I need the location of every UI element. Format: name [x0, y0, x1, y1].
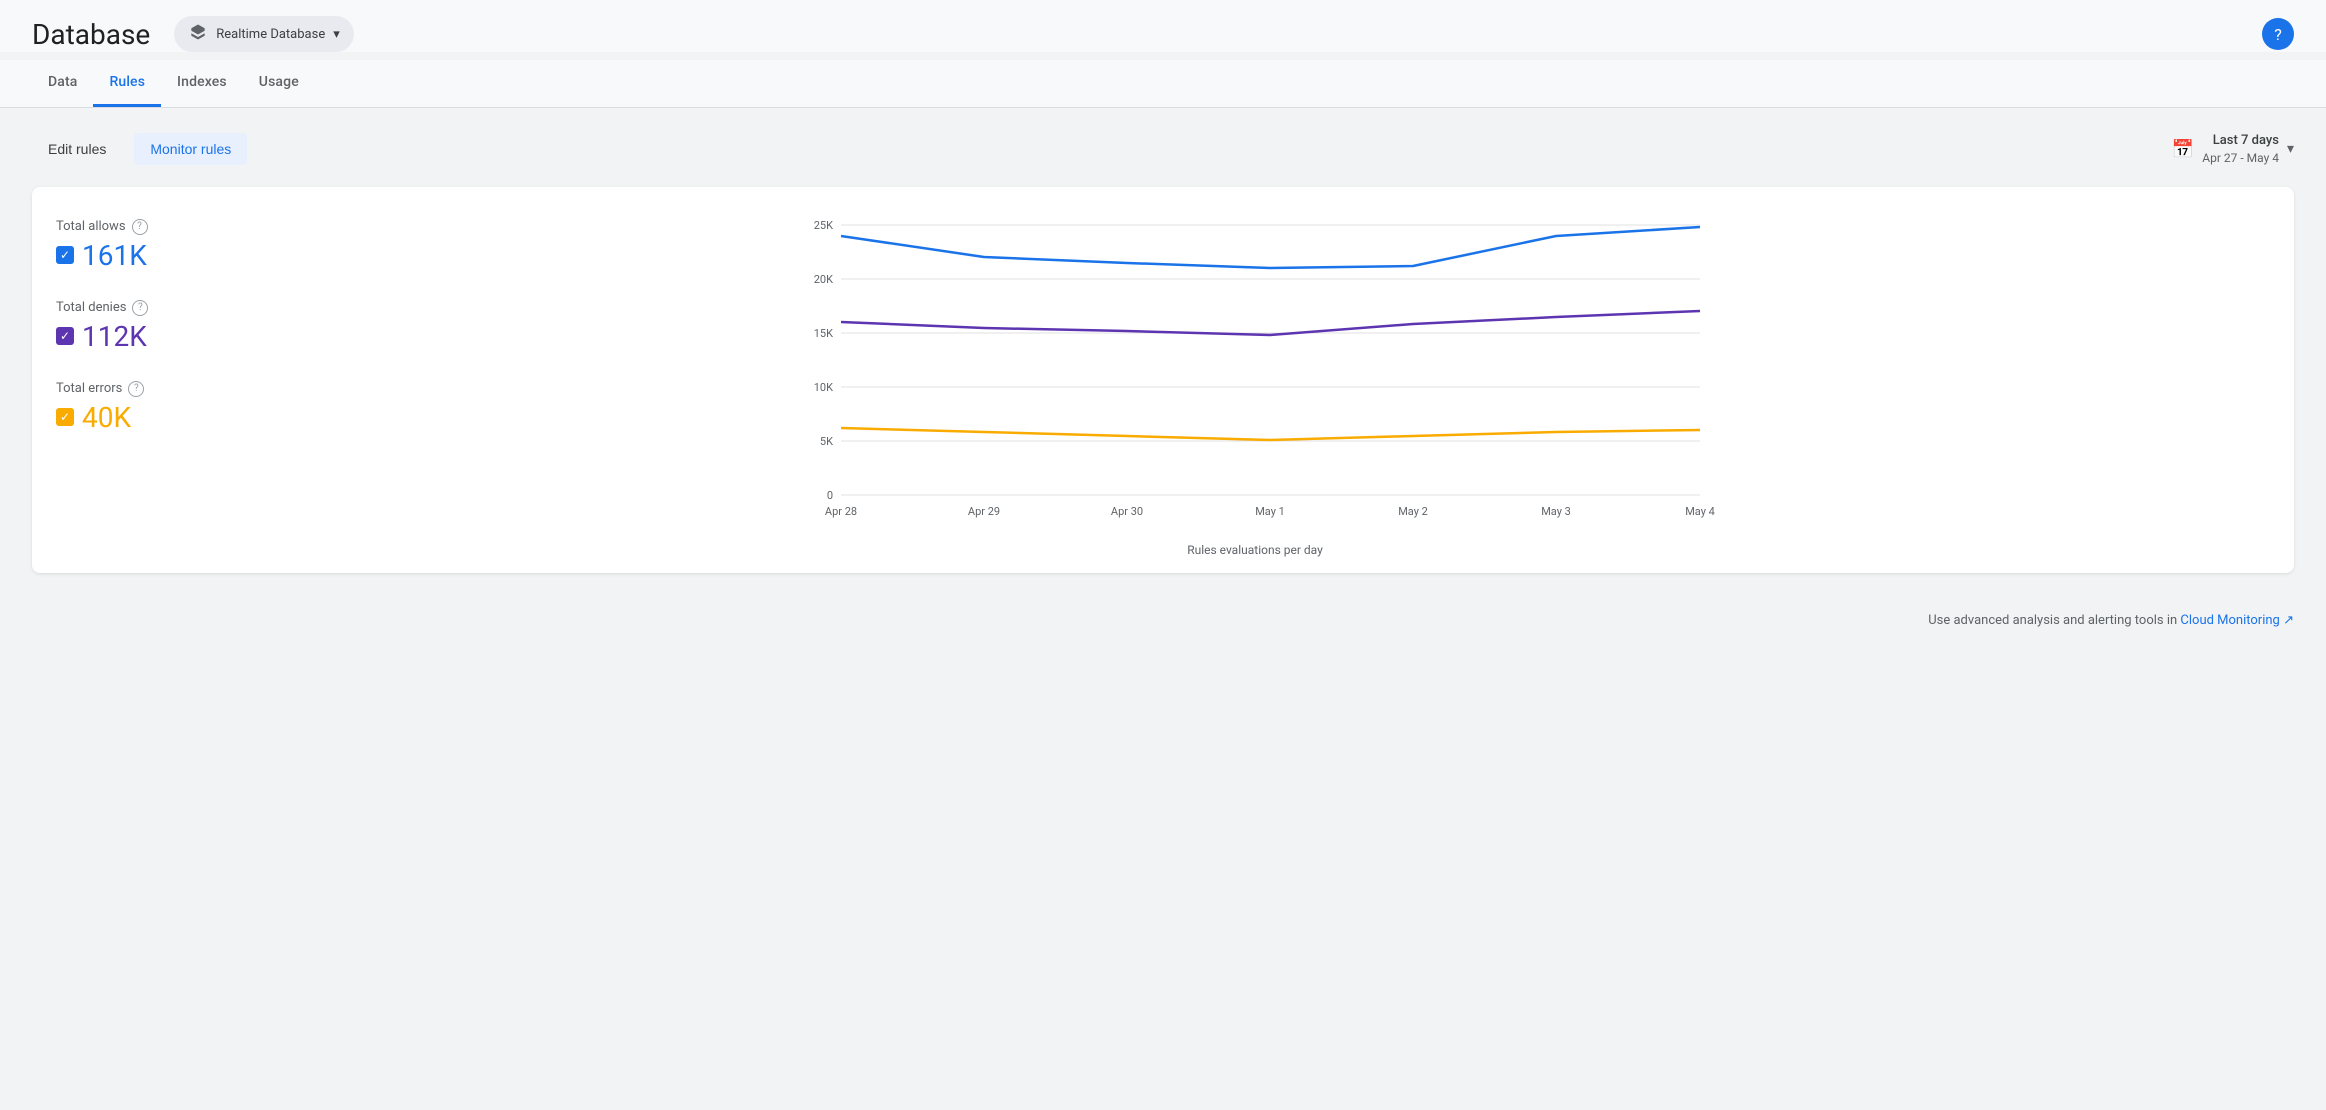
date-range-main: Last 7 days: [2202, 132, 2279, 150]
edit-rules-button[interactable]: Edit rules: [32, 133, 122, 165]
tab-usage[interactable]: Usage: [243, 60, 315, 107]
main-content: Edit rules Monitor rules 📅 Last 7 days A…: [0, 108, 2326, 597]
legend-label-denies: Total denies ?: [56, 300, 216, 316]
db-selector-label: Realtime Database: [216, 27, 325, 42]
chart-x-label: Rules evaluations per day: [240, 543, 2270, 557]
footer-text: Use advanced analysis and alerting tools…: [1928, 613, 2177, 628]
errors-help-icon[interactable]: ?: [128, 381, 144, 397]
legend-label-errors: Total errors ?: [56, 381, 216, 397]
header: Database Realtime Database ▾ ? Data Rule…: [0, 0, 2326, 108]
svg-text:Apr 28: Apr 28: [825, 505, 857, 518]
legend-errors-text: Total errors: [56, 381, 122, 396]
svg-text:25K: 25K: [814, 219, 833, 232]
legend-value-denies: ✓ 112K: [56, 320, 216, 353]
db-selector-button[interactable]: Realtime Database ▾: [174, 16, 354, 52]
svg-text:10K: 10K: [814, 381, 833, 394]
db-selector-chevron-icon: ▾: [333, 27, 340, 42]
svg-text:Apr 30: Apr 30: [1111, 505, 1143, 518]
svg-text:May 1: May 1: [1255, 505, 1285, 518]
errors-checkbox[interactable]: ✓: [56, 408, 74, 426]
legend-allows-text: Total allows: [56, 219, 126, 234]
legend-label-allows: Total allows ?: [56, 219, 216, 235]
legend-value-errors: ✓ 40K: [56, 401, 216, 434]
date-range-sub: Apr 27 - May 4: [2202, 150, 2279, 167]
tab-rules[interactable]: Rules: [93, 60, 161, 107]
allows-checkbox[interactable]: ✓: [56, 246, 74, 264]
svg-text:May 3: May 3: [1541, 505, 1571, 518]
tab-indexes[interactable]: Indexes: [161, 60, 243, 107]
chart-legend: Total allows ? ✓ 161K Total denies ? ✓: [56, 211, 216, 557]
legend-denies-text: Total denies: [56, 300, 126, 315]
toolbar-left: Edit rules Monitor rules: [32, 133, 247, 165]
calendar-icon: 📅: [2172, 139, 2194, 160]
allows-help-icon[interactable]: ?: [132, 219, 148, 235]
svg-text:0: 0: [827, 489, 833, 502]
chart-svg: 25K 20K 15K 10K 5K 0: [240, 211, 2270, 535]
chart-area: 25K 20K 15K 10K 5K 0: [240, 211, 2270, 557]
svg-text:May 2: May 2: [1398, 505, 1428, 518]
date-range-chevron-icon: ▾: [2287, 141, 2294, 157]
nav-tabs: Data Rules Indexes Usage: [0, 60, 2326, 108]
help-button[interactable]: ?: [2262, 18, 2294, 50]
help-icon: ?: [2274, 25, 2282, 44]
chart-card: Total allows ? ✓ 161K Total denies ? ✓: [32, 187, 2294, 573]
svg-text:15K: 15K: [814, 327, 833, 340]
toolbar-right: 📅 Last 7 days Apr 27 - May 4 ▾: [2172, 132, 2294, 167]
date-range[interactable]: Last 7 days Apr 27 - May 4: [2202, 132, 2279, 167]
legend-item-denies: Total denies ? ✓ 112K: [56, 300, 216, 353]
page-title: Database: [32, 18, 150, 51]
cloud-monitoring-link[interactable]: Cloud Monitoring ↗: [2180, 613, 2294, 628]
tab-data[interactable]: Data: [32, 60, 93, 107]
svg-text:May 4: May 4: [1685, 505, 1715, 518]
legend-item-errors: Total errors ? ✓ 40K: [56, 381, 216, 434]
svg-text:Apr 29: Apr 29: [968, 505, 1000, 518]
denies-help-icon[interactable]: ?: [132, 300, 148, 316]
chart-layout: Total allows ? ✓ 161K Total denies ? ✓: [56, 211, 2270, 557]
external-link-icon: ↗: [2283, 613, 2294, 628]
footer-note: Use advanced analysis and alerting tools…: [0, 597, 2326, 644]
legend-item-allows: Total allows ? ✓ 161K: [56, 219, 216, 272]
denies-checkbox[interactable]: ✓: [56, 327, 74, 345]
db-selector-icon: [188, 22, 208, 46]
svg-text:5K: 5K: [820, 435, 833, 448]
svg-text:20K: 20K: [814, 273, 833, 286]
toolbar: Edit rules Monitor rules 📅 Last 7 days A…: [32, 132, 2294, 167]
legend-value-allows: ✓ 161K: [56, 239, 216, 272]
monitor-rules-button[interactable]: Monitor rules: [134, 133, 247, 165]
